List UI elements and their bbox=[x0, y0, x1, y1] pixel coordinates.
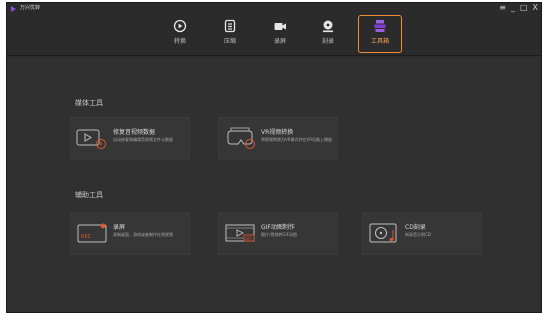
card-title: VR视频转换 bbox=[261, 129, 294, 136]
title-bar: 万兴优转 ≡ _ □ X bbox=[7, 3, 541, 13]
app-window: 万兴优转 ≡ _ □ X 转换 压缩 录屏 刻录 工具箱 媒体工具 修复音视频数… bbox=[6, 2, 542, 313]
close-button[interactable]: X bbox=[533, 3, 538, 12]
card-gif-maker[interactable]: GIF GIF动图制作 图片/视频转GIF动图 bbox=[218, 212, 338, 255]
card-title: CD刻录 bbox=[405, 224, 426, 231]
app-title: 万兴优转 bbox=[20, 5, 41, 11]
card-screen-record[interactable]: REC 录屏 录制桌面、游戏或者制作在线视频 bbox=[70, 212, 190, 255]
card-title: 修复音视频数据 bbox=[113, 129, 156, 136]
gif-icon: GIF bbox=[225, 224, 255, 242]
compress-icon bbox=[224, 19, 236, 33]
card-description: 刻录音乐到CD bbox=[405, 232, 431, 237]
section-title-helper-tools: 辅助工具 bbox=[75, 191, 103, 199]
burn-icon bbox=[323, 20, 333, 33]
card-metadata-repair[interactable]: 修复音视频数据 自动修复和编辑音视频文件元数据 bbox=[70, 117, 190, 160]
toolbox-content: 媒体工具 修复音视频数据 自动修复和编辑音视频文件元数据 VR视频转换 将视频转… bbox=[7, 57, 541, 312]
tab-burn[interactable]: 刻录 bbox=[308, 16, 348, 52]
window-controls: ≡ _ □ X bbox=[499, 3, 538, 12]
tab-toolbox[interactable]: 工具箱 bbox=[358, 15, 402, 53]
card-title: 录屏 bbox=[113, 224, 126, 231]
tab-record[interactable]: 录屏 bbox=[260, 16, 300, 52]
tab-label: 工具箱 bbox=[370, 38, 389, 45]
tab-convert[interactable]: 转换 bbox=[160, 16, 200, 52]
cd-burn-icon bbox=[369, 223, 397, 243]
tab-label: 转换 bbox=[173, 38, 186, 45]
card-description: 录制桌面、游戏或者制作在线视频 bbox=[113, 232, 173, 237]
tab-label: 压缩 bbox=[223, 38, 236, 45]
screen-record-icon: REC bbox=[77, 223, 107, 243]
vr-icon bbox=[227, 127, 255, 149]
convert-icon bbox=[173, 19, 187, 33]
tab-label: 刻录 bbox=[321, 38, 334, 45]
toolbox-icon bbox=[374, 20, 386, 32]
menu-icon[interactable]: ≡ bbox=[499, 3, 506, 12]
card-cd-burn[interactable]: CD刻录 刻录音乐到CD bbox=[362, 212, 482, 255]
section-title-media-tools: 媒体工具 bbox=[75, 99, 103, 107]
minimize-button[interactable]: _ bbox=[511, 3, 515, 12]
main-tab-bar: 转换 压缩 录屏 刻录 工具箱 bbox=[7, 13, 541, 56]
maximize-button[interactable]: □ bbox=[520, 3, 528, 12]
card-description: 将视频转换为VR模式并在VR设备上播放 bbox=[261, 137, 333, 142]
svg-text:GIF: GIF bbox=[245, 236, 252, 241]
record-icon bbox=[274, 23, 286, 30]
card-description: 自动修复和编辑音视频文件元数据 bbox=[113, 137, 173, 142]
svg-text:REC: REC bbox=[81, 234, 92, 240]
metadata-icon bbox=[76, 129, 106, 149]
card-vr-convert[interactable]: VR视频转换 将视频转换为VR模式并在VR设备上播放 bbox=[218, 117, 338, 160]
tab-label: 录屏 bbox=[273, 38, 286, 45]
card-title: GIF动图制作 bbox=[261, 224, 295, 231]
card-description: 图片/视频转GIF动图 bbox=[261, 232, 297, 237]
tab-compress[interactable]: 压缩 bbox=[210, 16, 250, 52]
app-logo-icon bbox=[11, 6, 16, 12]
